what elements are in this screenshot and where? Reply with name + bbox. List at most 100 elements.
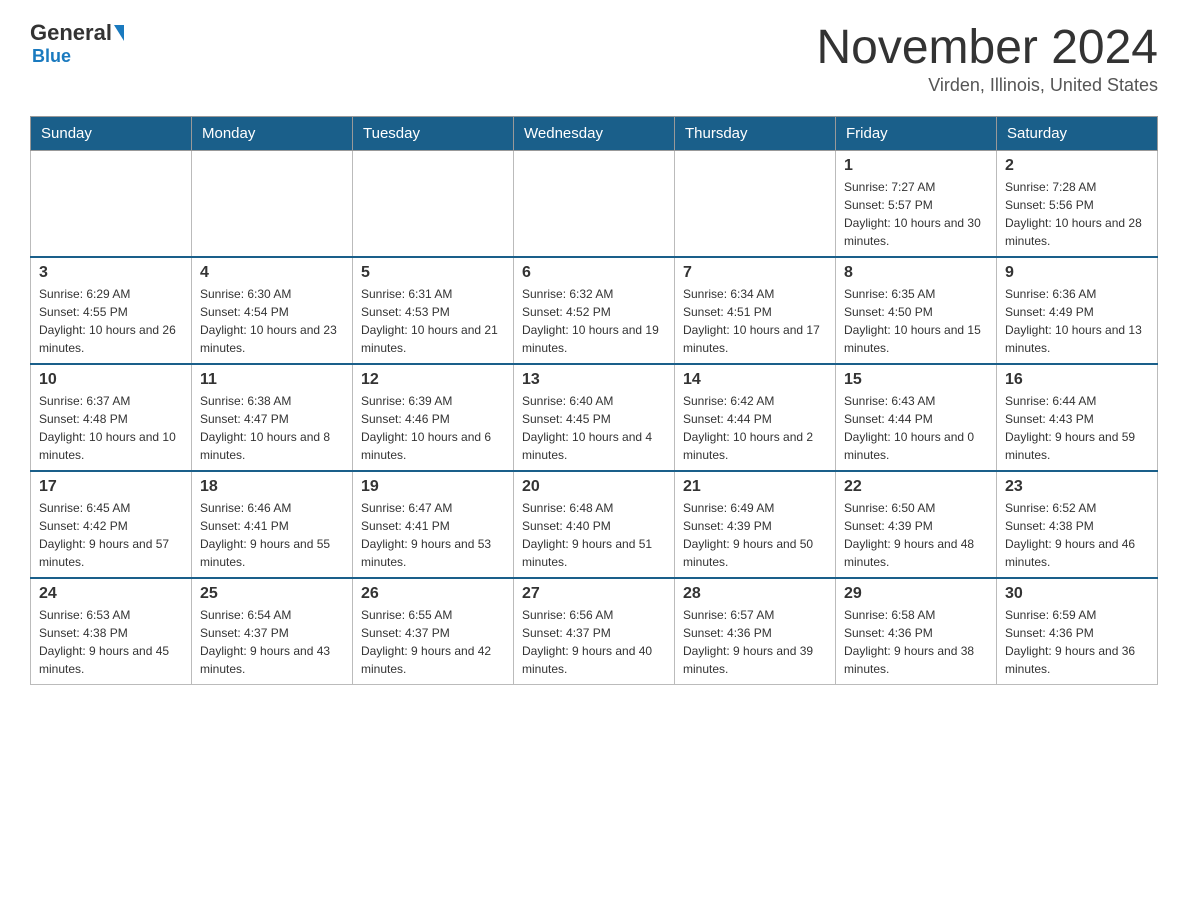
day-of-week-header: Thursday (675, 117, 836, 151)
day-number: 18 (200, 478, 344, 496)
day-number: 25 (200, 585, 344, 603)
calendar-day-cell: 28 Sunrise: 6:57 AM Sunset: 4:36 PM Dayli… (675, 578, 836, 685)
day-of-week-header: Tuesday (353, 117, 514, 151)
calendar-day-cell: 20 Sunrise: 6:48 AM Sunset: 4:40 PM Dayli… (514, 471, 675, 578)
calendar-week-row: 10Sunrise: 6:37 AM Sunset: 4:48 PM Dayli… (31, 364, 1158, 471)
day-number: 17 (39, 478, 183, 496)
calendar-day-cell: 9Sunrise: 6:36 AM Sunset: 4:49 PM Daylig… (997, 257, 1158, 364)
day-number: 22 (844, 478, 988, 496)
day-number: 28 (683, 585, 827, 603)
calendar-day-cell: 1 Sunrise: 7:27 AM Sunset: 5:57 PM Daylig… (836, 151, 997, 258)
day-number: 4 (200, 264, 344, 282)
day-sun-info: Sunrise: 6:52 AM Sunset: 4:38 PM Dayligh… (1005, 499, 1149, 571)
day-sun-info: Sunrise: 6:45 AM Sunset: 4:42 PM Dayligh… (39, 499, 183, 571)
day-sun-info: Sunrise: 6:38 AM Sunset: 4:47 PM Dayligh… (200, 392, 344, 464)
calendar-day-cell: 26 Sunrise: 6:55 AM Sunset: 4:37 PM Dayli… (353, 578, 514, 685)
calendar-day-cell: 22 Sunrise: 6:50 AM Sunset: 4:39 PM Dayli… (836, 471, 997, 578)
calendar-day-cell: 23 Sunrise: 6:52 AM Sunset: 4:38 PM Dayli… (997, 471, 1158, 578)
calendar-day-cell: 12Sunrise: 6:39 AM Sunset: 4:46 PM Dayli… (353, 364, 514, 471)
day-sun-info: Sunrise: 6:30 AM Sunset: 4:54 PM Dayligh… (200, 285, 344, 357)
day-number: 23 (1005, 478, 1149, 496)
day-number: 6 (522, 264, 666, 282)
calendar-day-cell: 6Sunrise: 6:32 AM Sunset: 4:52 PM Daylig… (514, 257, 675, 364)
day-number: 8 (844, 264, 988, 282)
calendar-week-row: 17 Sunrise: 6:45 AM Sunset: 4:42 PM Dayli… (31, 471, 1158, 578)
day-sun-info: Sunrise: 6:48 AM Sunset: 4:40 PM Dayligh… (522, 499, 666, 571)
day-number: 3 (39, 264, 183, 282)
calendar-day-cell (31, 151, 192, 258)
day-sun-info: Sunrise: 7:28 AM Sunset: 5:56 PM Dayligh… (1005, 178, 1149, 250)
calendar-day-cell: 27Sunrise: 6:56 AM Sunset: 4:37 PM Dayli… (514, 578, 675, 685)
logo: General Blue (30, 20, 126, 67)
calendar-day-cell (514, 151, 675, 258)
calendar-day-cell: 25 Sunrise: 6:54 AM Sunset: 4:37 PM Dayli… (192, 578, 353, 685)
day-of-week-header: Friday (836, 117, 997, 151)
day-number: 7 (683, 264, 827, 282)
title-section: November 2024 Virden, Illinois, United S… (816, 20, 1158, 96)
day-sun-info: Sunrise: 6:55 AM Sunset: 4:37 PM Dayligh… (361, 606, 505, 678)
calendar-day-cell: 3 Sunrise: 6:29 AM Sunset: 4:55 PM Daylig… (31, 257, 192, 364)
day-sun-info: Sunrise: 6:53 AM Sunset: 4:38 PM Dayligh… (39, 606, 183, 678)
day-of-week-header: Saturday (997, 117, 1158, 151)
day-number: 26 (361, 585, 505, 603)
day-sun-info: Sunrise: 6:56 AM Sunset: 4:37 PM Dayligh… (522, 606, 666, 678)
day-of-week-header: Sunday (31, 117, 192, 151)
calendar-day-cell: 17 Sunrise: 6:45 AM Sunset: 4:42 PM Dayli… (31, 471, 192, 578)
day-number: 20 (522, 478, 666, 496)
calendar-day-cell: 2 Sunrise: 7:28 AM Sunset: 5:56 PM Daylig… (997, 151, 1158, 258)
day-number: 10 (39, 371, 183, 389)
calendar-week-row: 1 Sunrise: 7:27 AM Sunset: 5:57 PM Daylig… (31, 151, 1158, 258)
calendar-day-cell: 8 Sunrise: 6:35 AM Sunset: 4:50 PM Daylig… (836, 257, 997, 364)
day-sun-info: Sunrise: 6:57 AM Sunset: 4:36 PM Dayligh… (683, 606, 827, 678)
day-sun-info: Sunrise: 6:46 AM Sunset: 4:41 PM Dayligh… (200, 499, 344, 571)
day-of-week-header: Wednesday (514, 117, 675, 151)
calendar-day-cell: 16Sunrise: 6:44 AM Sunset: 4:43 PM Dayli… (997, 364, 1158, 471)
day-sun-info: Sunrise: 6:59 AM Sunset: 4:36 PM Dayligh… (1005, 606, 1149, 678)
calendar-day-cell: 21 Sunrise: 6:49 AM Sunset: 4:39 PM Dayli… (675, 471, 836, 578)
day-sun-info: Sunrise: 6:34 AM Sunset: 4:51 PM Dayligh… (683, 285, 827, 357)
day-sun-info: Sunrise: 6:35 AM Sunset: 4:50 PM Dayligh… (844, 285, 988, 357)
day-sun-info: Sunrise: 6:50 AM Sunset: 4:39 PM Dayligh… (844, 499, 988, 571)
day-number: 21 (683, 478, 827, 496)
calendar-day-cell (353, 151, 514, 258)
day-number: 5 (361, 264, 505, 282)
day-sun-info: Sunrise: 6:54 AM Sunset: 4:37 PM Dayligh… (200, 606, 344, 678)
calendar-day-cell: 4 Sunrise: 6:30 AM Sunset: 4:54 PM Daylig… (192, 257, 353, 364)
day-sun-info: Sunrise: 6:31 AM Sunset: 4:53 PM Dayligh… (361, 285, 505, 357)
calendar-day-cell (192, 151, 353, 258)
day-of-week-header: Monday (192, 117, 353, 151)
calendar-day-cell: 18 Sunrise: 6:46 AM Sunset: 4:41 PM Dayli… (192, 471, 353, 578)
calendar-day-cell: 24 Sunrise: 6:53 AM Sunset: 4:38 PM Dayli… (31, 578, 192, 685)
calendar-day-cell: 5 Sunrise: 6:31 AM Sunset: 4:53 PM Daylig… (353, 257, 514, 364)
location-text: Virden, Illinois, United States (816, 75, 1158, 96)
logo-triangle-icon (114, 25, 124, 41)
day-number: 29 (844, 585, 988, 603)
calendar-day-cell (675, 151, 836, 258)
calendar-week-row: 3 Sunrise: 6:29 AM Sunset: 4:55 PM Daylig… (31, 257, 1158, 364)
calendar-day-cell: 19Sunrise: 6:47 AM Sunset: 4:41 PM Dayli… (353, 471, 514, 578)
day-sun-info: Sunrise: 6:40 AM Sunset: 4:45 PM Dayligh… (522, 392, 666, 464)
day-number: 15 (844, 371, 988, 389)
calendar-day-cell: 15 Sunrise: 6:43 AM Sunset: 4:44 PM Dayli… (836, 364, 997, 471)
day-sun-info: Sunrise: 6:58 AM Sunset: 4:36 PM Dayligh… (844, 606, 988, 678)
logo-general-text: General (30, 20, 112, 46)
day-sun-info: Sunrise: 6:43 AM Sunset: 4:44 PM Dayligh… (844, 392, 988, 464)
calendar-header-row: SundayMondayTuesdayWednesdayThursdayFrid… (31, 117, 1158, 151)
day-sun-info: Sunrise: 6:29 AM Sunset: 4:55 PM Dayligh… (39, 285, 183, 357)
calendar-day-cell: 7 Sunrise: 6:34 AM Sunset: 4:51 PM Daylig… (675, 257, 836, 364)
day-number: 30 (1005, 585, 1149, 603)
day-sun-info: Sunrise: 7:27 AM Sunset: 5:57 PM Dayligh… (844, 178, 988, 250)
day-number: 1 (844, 157, 988, 175)
month-title: November 2024 (816, 20, 1158, 75)
day-number: 14 (683, 371, 827, 389)
calendar-day-cell: 13Sunrise: 6:40 AM Sunset: 4:45 PM Dayli… (514, 364, 675, 471)
day-sun-info: Sunrise: 6:42 AM Sunset: 4:44 PM Dayligh… (683, 392, 827, 464)
day-number: 24 (39, 585, 183, 603)
calendar-table: SundayMondayTuesdayWednesdayThursdayFrid… (30, 116, 1158, 685)
page-header: General Blue November 2024 Virden, Illin… (30, 20, 1158, 96)
day-sun-info: Sunrise: 6:47 AM Sunset: 4:41 PM Dayligh… (361, 499, 505, 571)
calendar-week-row: 24 Sunrise: 6:53 AM Sunset: 4:38 PM Dayli… (31, 578, 1158, 685)
day-sun-info: Sunrise: 6:49 AM Sunset: 4:39 PM Dayligh… (683, 499, 827, 571)
day-sun-info: Sunrise: 6:39 AM Sunset: 4:46 PM Dayligh… (361, 392, 505, 464)
day-number: 2 (1005, 157, 1149, 175)
